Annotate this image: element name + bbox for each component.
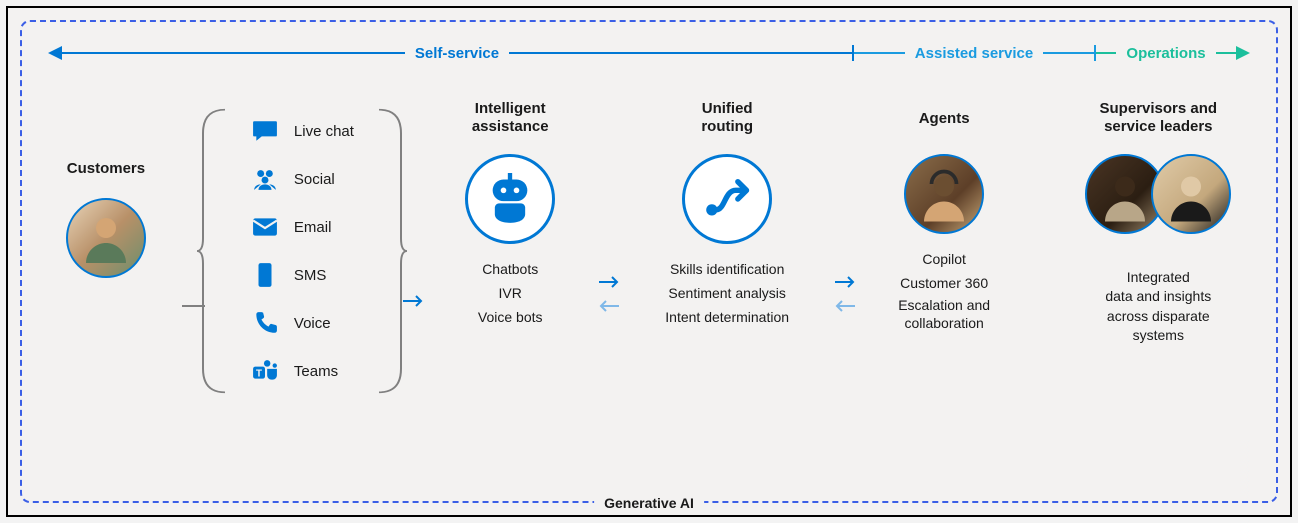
column-supervisors: Supervisors and service leaders Integrat… xyxy=(1067,98,1250,366)
chat-bubble-icon xyxy=(250,118,280,144)
agent-avatar xyxy=(904,154,984,234)
channel-label: Teams xyxy=(294,363,338,380)
item: Chatbots xyxy=(478,258,543,282)
main-columns: Customers Live chat xyxy=(48,98,1250,394)
customer-avatar xyxy=(66,198,146,278)
channel-label: Live chat xyxy=(294,123,354,140)
column-channels: Live chat Social Email SMS xyxy=(215,108,389,394)
channel-voice: Voice xyxy=(250,310,354,336)
agents-title: Agents xyxy=(919,98,970,138)
column-customers: Customers xyxy=(48,148,164,278)
generative-ai-label: Generative AI xyxy=(594,495,704,511)
bracket-left xyxy=(197,108,227,394)
routing-title: Unified routing xyxy=(701,98,753,138)
routing-icon xyxy=(682,154,772,244)
phone-device-icon xyxy=(250,262,280,288)
channel-label: Voice xyxy=(294,315,331,332)
channel-social: Social xyxy=(250,166,354,192)
section-label-assisted-service: Assisted service xyxy=(905,45,1043,62)
arrow-routing-agents xyxy=(829,275,862,317)
arrow-intelligent-routing xyxy=(593,275,626,317)
supervisor-avatar-2 xyxy=(1151,154,1231,234)
channel-label: Email xyxy=(294,219,332,236)
bracket-right xyxy=(377,108,407,394)
arrow-left-icon xyxy=(48,46,62,60)
column-agents: Agents Copilot Customer 360 Escalation a… xyxy=(872,98,1017,332)
channel-label: Social xyxy=(294,171,335,188)
telephone-icon xyxy=(250,310,280,336)
column-unified-routing: Unified routing Skills identification Se… xyxy=(635,98,818,329)
arrow-right-icon xyxy=(1236,46,1250,60)
supervisors-items: Integrated data and insights across disp… xyxy=(1105,248,1211,366)
intelligent-title: Intelligent assistance xyxy=(472,98,549,138)
section-self-service: Self-service xyxy=(62,45,852,62)
bot-icon xyxy=(465,154,555,244)
arrow-channels-intelligent xyxy=(399,293,428,309)
people-icon xyxy=(250,166,280,192)
section-assisted-service: Assisted service xyxy=(854,45,1094,62)
section-operations: Operations xyxy=(1096,45,1236,62)
section-label-self-service: Self-service xyxy=(405,45,509,62)
connector-customers-channels xyxy=(182,305,205,307)
agents-items: Copilot Customer 360 Escalation and coll… xyxy=(872,248,1017,332)
item: Voice bots xyxy=(478,306,543,330)
item: Sentiment analysis xyxy=(665,282,789,306)
item: Escalation and collaboration xyxy=(872,296,1017,332)
channel-label: SMS xyxy=(294,267,327,284)
diagram-outer-frame: Self-service Assisted service Operations… xyxy=(6,6,1292,517)
diagram-dashed-frame: Self-service Assisted service Operations… xyxy=(20,20,1278,503)
section-label-operations: Operations xyxy=(1116,45,1215,62)
channel-teams: T Teams xyxy=(250,358,354,384)
item: IVR xyxy=(478,282,543,306)
column-intelligent-assistance: Intelligent assistance Chatbots IVR Voic… xyxy=(438,98,583,329)
section-bar: Self-service Assisted service Operations xyxy=(48,38,1250,68)
routing-items: Skills identification Sentiment analysis… xyxy=(665,258,789,329)
channel-live-chat: Live chat xyxy=(250,118,354,144)
channel-email: Email xyxy=(250,214,354,240)
svg-text:T: T xyxy=(256,368,262,379)
envelope-icon xyxy=(250,214,280,240)
intelligent-items: Chatbots IVR Voice bots xyxy=(478,258,543,329)
supervisors-title: Supervisors and service leaders xyxy=(1100,98,1218,138)
channel-sms: SMS xyxy=(250,262,354,288)
item: Customer 360 xyxy=(872,272,1017,296)
supervisor-avatars xyxy=(1085,154,1231,234)
item: Intent determination xyxy=(665,306,789,330)
customers-title: Customers xyxy=(67,148,145,188)
item: Integrated data and insights across disp… xyxy=(1105,268,1211,346)
teams-icon: T xyxy=(250,358,280,384)
item: Copilot xyxy=(872,248,1017,272)
item: Skills identification xyxy=(665,258,789,282)
